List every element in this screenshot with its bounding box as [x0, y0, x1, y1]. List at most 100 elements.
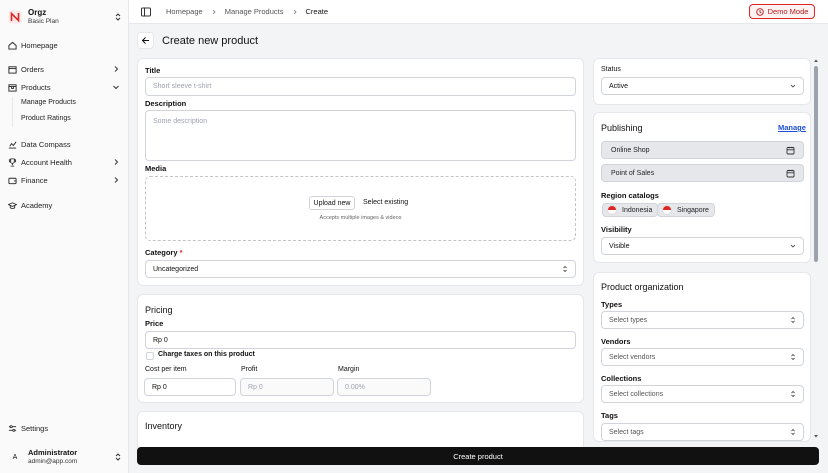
category-label: Category * [145, 248, 183, 257]
nav-products[interactable]: Products [8, 80, 122, 94]
nav-finance-label: Finance [21, 175, 48, 185]
user-email: admin@app.com [28, 458, 78, 465]
page-title: Create new product [162, 35, 258, 47]
collections-select[interactable]: Select collections [601, 385, 804, 403]
profit-field: Rp 0 [240, 378, 334, 396]
nav-settings[interactable]: Settings [8, 421, 122, 435]
chevrons-up-down-icon [115, 453, 121, 461]
sidebar: Orgz Basic Plan Homepage Orders Products… [0, 0, 129, 473]
chart-icon [8, 141, 17, 149]
channel-point-of-sales[interactable]: Point of Sales [601, 164, 804, 182]
vendors-select[interactable]: Select vendors [601, 348, 804, 366]
nav-academy[interactable]: Academy [8, 198, 122, 212]
inventory-card [137, 411, 584, 451]
cost-label: Cost per item [145, 366, 187, 373]
status-select[interactable]: Active [601, 77, 804, 95]
description-label: Description [145, 99, 187, 108]
region-indonesia-label: Indonesia [622, 206, 653, 214]
wallet-icon [8, 177, 17, 184]
org-name: Orgz [28, 8, 47, 17]
arrow-left-icon [141, 37, 149, 44]
nav-data-compass-label: Data Compass [21, 139, 71, 149]
nav-account-health[interactable]: Account Health [8, 155, 122, 169]
select-existing-button[interactable]: Select existing [363, 199, 408, 206]
sidebar-toggle-icon[interactable] [141, 7, 151, 17]
nav-orders[interactable]: Orders [8, 62, 122, 76]
visibility-select[interactable]: Visible [601, 237, 804, 255]
price-input[interactable]: Rp 0 [145, 331, 576, 349]
avatar: A [12, 453, 18, 461]
manage-link[interactable]: Manage [778, 123, 806, 132]
chevrons-up-down-icon [115, 13, 121, 21]
chevrons-up-down-icon [563, 265, 567, 273]
media-dropzone[interactable]: Upload new Select existing Accepts multi… [145, 176, 576, 241]
create-product-button[interactable]: Create product [137, 447, 819, 465]
top-bar: Homepage Manage Products Create Demo Mod… [129, 0, 828, 24]
indonesia-flag-icon [607, 205, 617, 215]
required-marker: * [179, 248, 183, 257]
upload-new-button[interactable]: Upload new [309, 196, 355, 210]
org-plan: Basic Plan [28, 18, 59, 25]
org-logo-icon [8, 10, 22, 24]
back-button[interactable] [137, 32, 154, 49]
status-label: Status [601, 66, 621, 73]
tags-label: Tags [601, 411, 618, 420]
inventory-title: Inventory [145, 421, 183, 431]
settings-sliders-icon [8, 424, 17, 432]
charge-taxes-checkbox[interactable] [146, 352, 154, 360]
region-singapore-label: Singapore [677, 206, 709, 214]
nav-account-health-label: Account Health [21, 157, 72, 167]
status-value: Active [609, 82, 629, 90]
user-menu[interactable]: A Administrator admin@app.com [8, 447, 123, 467]
title-input[interactable]: Short sleeve t-shirt [145, 77, 576, 96]
submenu-divider [12, 97, 13, 127]
collections-label: Collections [601, 374, 642, 383]
publishing-title: Publishing [601, 123, 643, 133]
region-chip-indonesia[interactable]: Indonesia [602, 203, 659, 217]
breadcrumb-manage-products[interactable]: Manage Products [225, 7, 284, 16]
chevron-down-icon [113, 85, 119, 90]
tags-placeholder: Select tags [609, 428, 644, 436]
visibility-label: Visibility [601, 225, 632, 234]
category-select[interactable]: Uncategorized [145, 260, 576, 278]
channel-online-shop[interactable]: Online Shop [601, 141, 804, 159]
nav-settings-label: Settings [21, 423, 49, 433]
package-icon [8, 83, 17, 92]
chevrons-up-down-icon [791, 353, 795, 361]
types-select[interactable]: Select types [601, 311, 804, 329]
nav-finance[interactable]: Finance [8, 173, 122, 187]
chevrons-up-down-icon [791, 390, 795, 398]
price-label: Price [145, 319, 164, 328]
visibility-value: Visible [609, 242, 630, 250]
vendors-placeholder: Select vendors [609, 353, 656, 361]
channel-online-shop-label: Online Shop [611, 146, 650, 154]
nav-product-ratings[interactable]: Product Ratings [21, 113, 71, 125]
calendar-icon [786, 146, 795, 155]
media-label: Media [145, 164, 167, 173]
description-input[interactable]: Some description [145, 110, 576, 161]
nav-data-compass[interactable]: Data Compass [8, 137, 122, 151]
types-label: Types [601, 300, 623, 309]
cost-input[interactable]: Rp 0 [144, 378, 236, 396]
user-name: Administrator [28, 448, 78, 457]
breadcrumb: Homepage Manage Products Create [166, 7, 328, 16]
trophy-icon [8, 157, 17, 167]
collections-placeholder: Select collections [609, 390, 664, 398]
singapore-flag-icon [662, 205, 672, 215]
nav-homepage[interactable]: Homepage [8, 38, 122, 52]
breadcrumb-homepage[interactable]: Homepage [166, 7, 203, 16]
media-hint: Accepts multiple images & videos [319, 215, 402, 221]
title-label: Title [145, 66, 161, 75]
scrollbar-thumb[interactable] [814, 66, 818, 262]
chevron-down-icon [790, 84, 796, 88]
nav-orders-label: Orders [21, 64, 44, 74]
tags-select[interactable]: Select tags [601, 423, 804, 441]
demo-mode-button[interactable]: Demo Mode [749, 4, 815, 19]
chevron-right-icon [114, 177, 119, 183]
region-chip-singapore[interactable]: Singapore [657, 203, 715, 217]
calendar-icon [786, 169, 795, 178]
org-switcher[interactable]: Orgz Basic Plan [8, 7, 123, 27]
nav-manage-products[interactable]: Manage Products [21, 97, 76, 109]
breadcrumb-current: Create [305, 7, 329, 16]
nav-products-label: Products [21, 82, 51, 92]
